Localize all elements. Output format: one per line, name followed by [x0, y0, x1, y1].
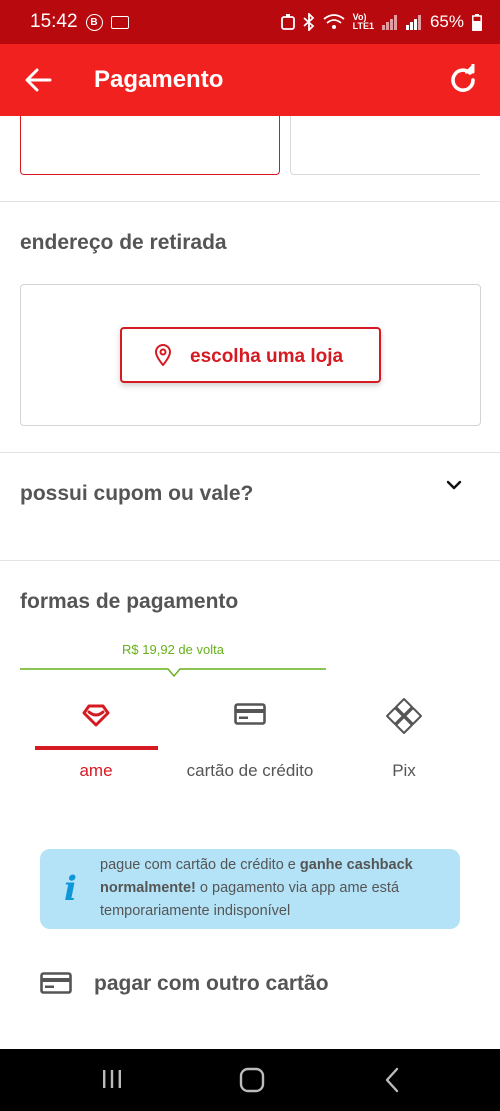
alarm-icon [280, 14, 295, 30]
network-type-label: Vo) LTE1 [352, 12, 374, 31]
tab-credit-card-label: cartão de crédito [186, 761, 314, 780]
delivery-option-card[interactable] [290, 116, 480, 175]
system-nav-bar [0, 1049, 500, 1111]
signal-icon [381, 15, 397, 30]
delivery-option-card-selected[interactable] [20, 116, 280, 175]
status-time: 15:42 [30, 11, 78, 32]
tab-ame-label: ame [79, 761, 113, 780]
info-text-part1: pague com cartão de crédito e [100, 857, 300, 873]
ame-heart-icon [82, 704, 110, 727]
info-icon: i [64, 869, 77, 909]
coupon-title[interactable]: possui cupom ou vale? [20, 482, 253, 506]
status-right-icons: Vo) LTE1 65% [280, 12, 482, 32]
choose-store-label: escolha uma loja [190, 346, 344, 367]
chevron-down-icon[interactable] [446, 478, 462, 492]
pix-icon [386, 698, 422, 734]
location-pin-icon [154, 344, 172, 366]
recent-apps-icon[interactable] [100, 1067, 124, 1091]
page-title: Pagamento [94, 66, 224, 93]
home-icon[interactable] [239, 1067, 265, 1093]
section-divider [0, 560, 500, 561]
app-bar: Pagamento [0, 44, 500, 116]
tab-ame[interactable]: ame [26, 695, 166, 785]
wifi-icon [323, 14, 345, 29]
tab-pix[interactable]: Pix [334, 695, 474, 785]
credit-card-icon [40, 972, 72, 994]
refresh-icon[interactable] [446, 63, 480, 97]
back-nav-icon[interactable] [382, 1067, 402, 1093]
tab-credit-card[interactable]: cartão de crédito [180, 695, 320, 785]
back-arrow-icon[interactable] [24, 66, 52, 94]
battery-percent: 65% [429, 12, 464, 31]
choose-store-button[interactable]: escolha uma loja [120, 327, 381, 383]
status-bar: 15:42 B Vo) LTE1 65% [0, 0, 500, 44]
info-message-text: pague com cartão de crédito e ganhe cash… [100, 854, 450, 923]
tab-pix-label: Pix [392, 761, 416, 780]
cashback-indicator-line [20, 668, 326, 677]
payment-methods-title: formas de pagamento [20, 590, 239, 613]
pay-with-other-card-button[interactable]: pagar com outro cartão [40, 966, 460, 1006]
bluetooth-icon [303, 13, 314, 31]
credit-card-icon [234, 703, 266, 725]
pickup-address-title: endereço de retirada [20, 231, 227, 254]
section-divider [0, 452, 500, 453]
pay-with-other-card-label: pagar com outro cartão [94, 972, 329, 995]
info-message-box: i pague com cartão de crédito e ganhe ca… [40, 849, 460, 929]
b-notification-icon: B [85, 13, 103, 31]
signal-2-icon [405, 15, 421, 30]
cashback-label: R$ 19,92 de volta [122, 642, 224, 657]
mail-notification-icon [110, 15, 129, 29]
battery-icon [472, 13, 482, 31]
selected-tab-indicator [35, 746, 158, 750]
section-divider [0, 201, 500, 202]
